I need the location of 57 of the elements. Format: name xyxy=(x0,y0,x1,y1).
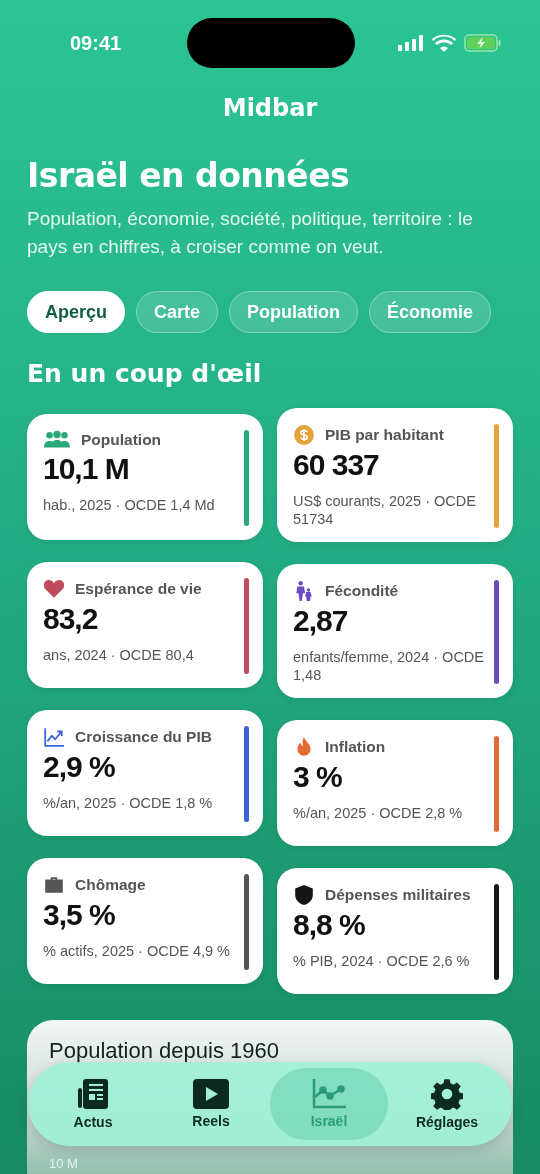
stat-label: Fécondité xyxy=(325,582,399,600)
stat-label: Espérance de vie xyxy=(75,580,202,598)
section-title: En un coup d'œil xyxy=(27,359,263,388)
family-icon xyxy=(293,580,315,602)
signal-icon xyxy=(398,35,424,51)
shield-icon xyxy=(293,884,315,906)
stat-card[interactable]: Population 10,1 M hab., 2025 · OCDE 1,4 Md xyxy=(27,414,263,540)
wifi-icon xyxy=(432,34,456,52)
stat-value: 8,8 % xyxy=(293,908,366,942)
stat-label: Dépenses militaires xyxy=(325,886,471,904)
stat-card[interactable]: Espérance de vie 83,2 ans, 2024 · OCDE 80,4 xyxy=(27,562,263,688)
newspaper-icon xyxy=(77,1078,109,1110)
stat-note: ans, 2024 · OCDE 80,4 xyxy=(43,646,195,664)
settings-icon xyxy=(431,1078,463,1110)
stat-card[interactable]: Dépenses militaires 8,8 % % PIB, 2024 · OCDE 2,6 % xyxy=(277,868,513,994)
chart-title: Population depuis 1960 xyxy=(49,1038,280,1064)
stat-value: 2,87 xyxy=(293,604,349,638)
stat-card[interactable]: Chômage 3,5 % % actifs, 2025 · OCDE 4,9 % xyxy=(27,858,263,984)
tab-bar-item[interactable]: Reels xyxy=(152,1068,270,1140)
status-time: 09:41 xyxy=(70,31,122,55)
stat-value: 10,1 M xyxy=(43,452,130,486)
category-tab[interactable]: Aperçu xyxy=(27,291,125,333)
stat-value: 3 % xyxy=(293,760,343,794)
stat-value: 3,5 % xyxy=(43,898,116,932)
dollar-coin-icon xyxy=(293,424,315,446)
stat-card[interactable]: Croissance du PIB 2,9 % %/an, 2025 · OCDE 1,8 % xyxy=(27,710,263,836)
stat-note: enfants/femme, 2024 · OCDE 1,48 xyxy=(293,648,485,684)
stat-note: % actifs, 2025 · OCDE 4,9 % xyxy=(43,942,231,960)
stat-card[interactable]: PIB par habitant 60 337 US$ courants, 2025 · OCDE 51734 xyxy=(277,408,513,542)
stat-value: 83,2 xyxy=(43,602,99,636)
trend-chart-icon xyxy=(43,726,65,748)
stat-note: %/an, 2025 · OCDE 1,8 % xyxy=(43,794,214,812)
page-subtitle: Population, économie, société, politique, territoire : le pays en chiffres, à croiser comme on veut. xyxy=(27,207,474,259)
stat-label: Population xyxy=(81,431,162,449)
stat-label: Croissance du PIB xyxy=(75,728,212,746)
stat-note: % PIB, 2024 · OCDE 2,6 % xyxy=(293,952,471,970)
app-title: Midbar xyxy=(221,94,319,122)
battery-charging-icon xyxy=(464,34,502,52)
heart-icon xyxy=(43,578,65,600)
stat-value: 60 337 xyxy=(293,448,380,482)
tab-bar-item[interactable]: Actus xyxy=(34,1068,152,1140)
stat-note: hab., 2025 · OCDE 1,4 Md xyxy=(43,496,216,514)
people-icon xyxy=(43,430,71,450)
stat-card[interactable]: Fécondité 2,87 enfants/femme, 2024 · OCDE 1,48 xyxy=(277,564,513,698)
stat-note: US$ courants, 2025 · OCDE 51734 xyxy=(293,492,477,528)
stat-label: Chômage xyxy=(75,876,146,894)
stat-value: 2,9 % xyxy=(43,750,116,784)
axis-tick-label: 10 M xyxy=(49,1156,79,1171)
page-title: Israël en données xyxy=(27,156,351,195)
briefcase-icon xyxy=(43,874,65,896)
play-icon xyxy=(193,1079,229,1109)
line-chart-icon xyxy=(312,1079,346,1109)
stat-label: PIB par habitant xyxy=(325,426,444,444)
stat-label: Inflation xyxy=(325,738,386,756)
stat-card[interactable]: Inflation 3 % %/an, 2025 · OCDE 2,8 % xyxy=(277,720,513,846)
stat-note: %/an, 2025 · OCDE 2,8 % xyxy=(293,804,464,822)
tab-bar-item[interactable]: Réglages xyxy=(388,1068,506,1140)
